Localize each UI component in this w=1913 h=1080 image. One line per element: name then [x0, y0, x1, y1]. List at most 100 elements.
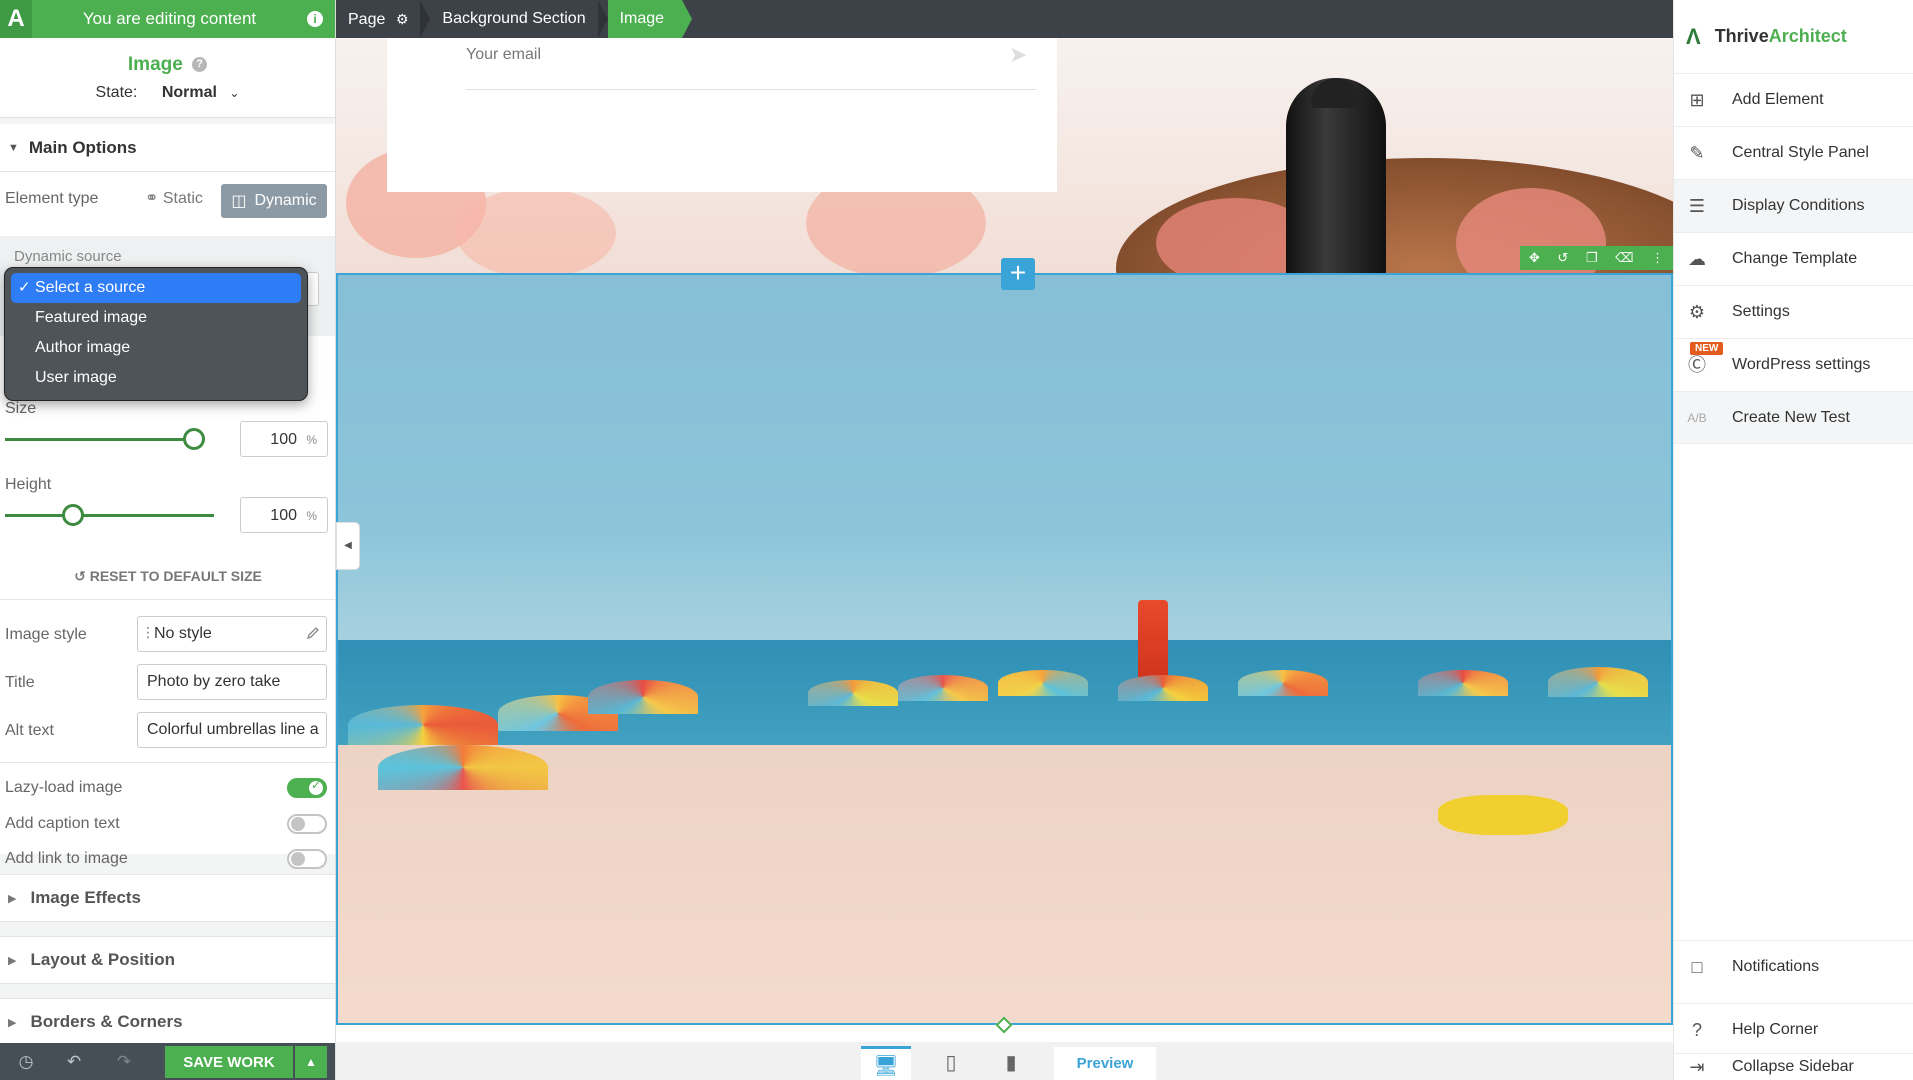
link-toggle[interactable]	[287, 849, 327, 869]
move-icon[interactable]: ✥	[1529, 250, 1540, 266]
collapse-left-panel-toggle[interactable]: ◀	[336, 522, 360, 570]
element-name: Image	[127, 54, 183, 75]
image-effects-section[interactable]: ▶ Image Effects	[0, 874, 335, 922]
breadcrumb-image[interactable]: Image	[607, 0, 693, 38]
send-icon[interactable]: ➤	[1009, 42, 1027, 68]
umbrella-shape	[588, 680, 698, 714]
breadcrumb-page[interactable]: Page ⚙	[336, 0, 431, 38]
size-slider-track[interactable]	[5, 438, 202, 441]
sidebar-item-label: Add Element	[1732, 91, 1824, 108]
breadcrumb: Page ⚙ Background Section Image	[336, 0, 1673, 38]
borders-corners-section[interactable]: ▶ Borders & Corners	[0, 998, 335, 1046]
preview-button[interactable]: Preview	[1054, 1047, 1156, 1080]
sky-area	[338, 275, 1671, 640]
sidebar-item-central-style-panel[interactable]: ✎ Central Style Panel	[1674, 126, 1913, 179]
history-icon[interactable]: ◷	[16, 1052, 36, 1072]
dynamic-source-dropdown[interactable]: ✓ Select a source Featured image Author …	[4, 267, 308, 401]
hero-background-section[interactable]: Your email ➤	[336, 38, 1673, 273]
trash-icon[interactable]: ⌫	[1615, 250, 1633, 266]
size-input[interactable]: 100 %	[240, 421, 328, 457]
save-work-button[interactable]: SAVE WORK	[165, 1046, 293, 1078]
more-icon[interactable]: ⋮	[1651, 250, 1664, 266]
sidebar-item-change-template[interactable]: ☁ Change Template	[1674, 232, 1913, 285]
thrive-logo-icon[interactable]: A	[0, 0, 32, 38]
duplicate-icon[interactable]: ❐	[1586, 250, 1598, 266]
editing-banner: A You are editing content i	[0, 0, 335, 38]
height-slider-knob[interactable]	[61, 504, 84, 526]
section-title: Borders & Corners	[30, 1012, 183, 1031]
title-input[interactable]: Photo by zero take	[137, 664, 327, 700]
help-question-icon[interactable]: ?	[192, 57, 208, 73]
dropdown-option-label: Select a source	[35, 279, 146, 296]
triangle-right-icon: ▶	[8, 954, 17, 967]
umbrella-shape	[1418, 670, 1508, 696]
sidebar-item-help-corner[interactable]: ? Help Corner	[1674, 1003, 1913, 1056]
sidebar-item-collapse-sidebar[interactable]: ⇥ Collapse Sidebar	[1674, 1053, 1913, 1080]
sidebar-item-label: Settings	[1732, 303, 1790, 320]
desktop-view-icon[interactable]: 🖥	[861, 1046, 911, 1080]
sidebar-item-display-conditions[interactable]: ☰ Display Conditions	[1674, 179, 1913, 232]
state-selector[interactable]: State: Normal ⌄	[0, 84, 335, 102]
umbrella-shape	[998, 670, 1088, 696]
size-value: 100	[270, 431, 297, 448]
grip-icon: ⋮	[141, 624, 155, 640]
bottom-action-bar: ◷ ↶ ↷ SAVE WORK ▲	[0, 1043, 335, 1080]
chevron-down-icon[interactable]: ⌄	[229, 86, 239, 100]
breadcrumb-background-section[interactable]: Background Section	[430, 0, 608, 38]
dropdown-option-label: User image	[35, 369, 117, 386]
state-value[interactable]: Normal	[162, 84, 217, 101]
email-field[interactable]: Your email	[466, 46, 541, 64]
sidebar-item-notifications[interactable]: □ Notifications	[1674, 940, 1913, 993]
sidebar-item-label: Notifications	[1732, 958, 1820, 975]
layout-position-section[interactable]: ▶ Layout & Position	[0, 936, 335, 984]
sidebar-item-wordpress-settings[interactable]: NEW Ⓒ WordPress settings	[1674, 338, 1913, 391]
sidebar-item-add-element[interactable]: ⊞ Add Element	[1674, 73, 1913, 126]
height-slider-track[interactable]	[5, 514, 214, 517]
yellow-kayaks-shape	[1438, 795, 1568, 835]
device-bar: 🖥 ▯ ▮ Preview	[336, 1042, 1673, 1080]
image-style-field[interactable]: ⋮ No style	[137, 616, 327, 652]
size-slider-knob[interactable]	[182, 428, 205, 450]
link-label: Add link to image	[5, 850, 128, 867]
dropdown-option[interactable]: ✓ Select a source	[11, 273, 301, 303]
dropdown-option[interactable]: Featured image	[11, 303, 301, 333]
save-options-chevron-icon[interactable]: ▲	[295, 1046, 327, 1078]
collapse-icon: ⇥	[1689, 1057, 1705, 1077]
reset-icon[interactable]: ↺	[1557, 250, 1568, 266]
dropdown-option[interactable]: User image	[11, 363, 301, 393]
add-element-plus-button[interactable]: +	[1001, 258, 1035, 290]
caption-toggle[interactable]	[287, 814, 327, 834]
tablet-view-icon[interactable]: ▯	[926, 1046, 976, 1080]
selected-image-element[interactable]	[336, 273, 1673, 1025]
dropdown-option[interactable]: Author image	[11, 333, 301, 363]
right-sidebar: Λ Thrive Architect ⊞ Add Element ✎ Centra…	[1673, 0, 1913, 1080]
sidebar-item-settings[interactable]: ⚙ Settings	[1674, 285, 1913, 338]
height-label: Height	[5, 476, 52, 493]
size-label: Size	[5, 400, 37, 417]
sidebar-bottom-group: □ Notifications ? Help Corner	[1674, 940, 1913, 1056]
redo-icon[interactable]: ↷	[114, 1052, 134, 1072]
plus-square-icon: ⊞	[1689, 90, 1705, 110]
main-options-header[interactable]: ▼ Main Options	[0, 124, 335, 172]
gear-icon[interactable]: ⚙	[396, 11, 409, 27]
element-header: Image ? State: Normal ⌄	[0, 38, 335, 118]
lazy-load-label: Lazy-load image	[5, 779, 123, 796]
image-style-value: No style	[154, 625, 212, 642]
section-title: Layout & Position	[30, 950, 175, 969]
reset-icon: ↺	[74, 568, 86, 584]
title-label: Title	[5, 674, 35, 691]
alt-text-input[interactable]: Colorful umbrellas line a	[137, 712, 327, 748]
static-button[interactable]: ⚭ Static	[145, 188, 203, 208]
brush-icon: ✎	[1689, 143, 1705, 163]
reset-label: RESET TO DEFAULT SIZE	[89, 568, 262, 584]
editor-canvas[interactable]: Your email ➤	[336, 38, 1673, 1042]
undo-icon[interactable]: ↶	[64, 1052, 84, 1072]
reset-size-link[interactable]: ↺ RESET TO DEFAULT SIZE	[0, 568, 335, 585]
mobile-view-icon[interactable]: ▮	[986, 1046, 1036, 1080]
pencil-icon[interactable]	[306, 626, 320, 640]
height-input[interactable]: 100 %	[240, 497, 328, 533]
dynamic-button[interactable]: ◫ Dynamic	[221, 184, 327, 218]
lazy-load-toggle[interactable]	[287, 778, 327, 798]
sidebar-item-create-new-test[interactable]: A/B Create New Test	[1674, 391, 1913, 444]
info-icon[interactable]: i	[307, 11, 323, 27]
